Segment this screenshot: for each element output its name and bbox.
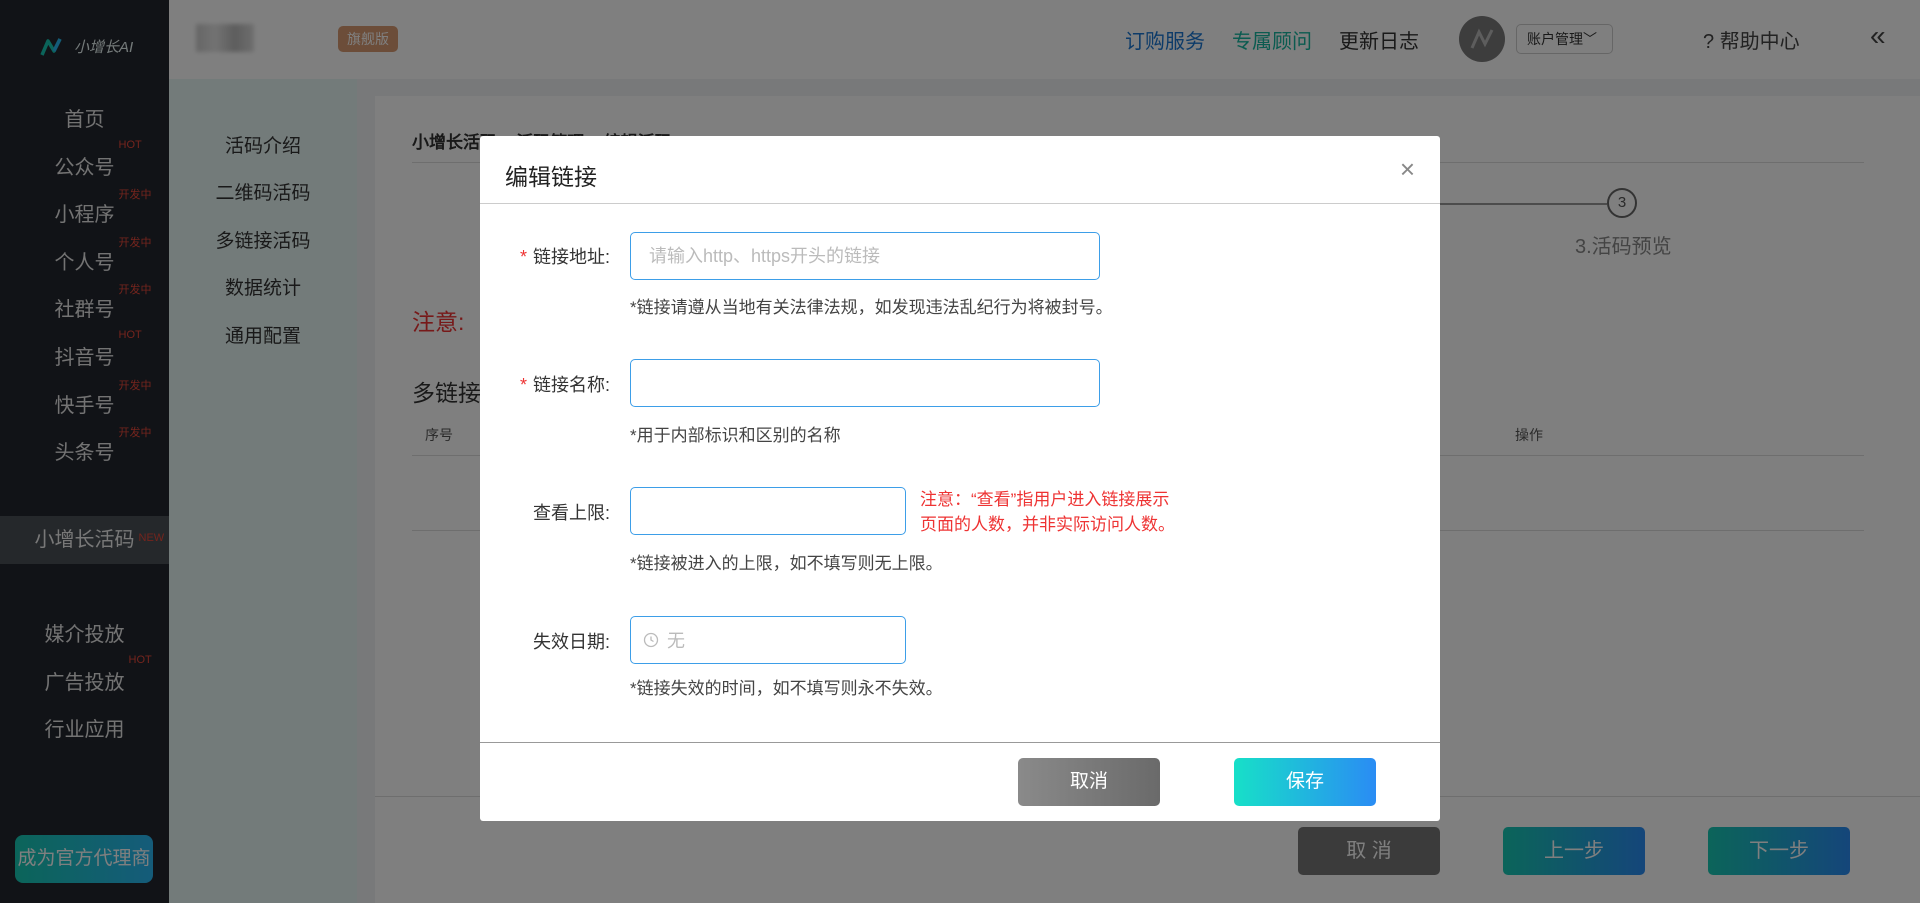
- dialog-footer-divider: [480, 742, 1440, 743]
- url-field-label: * 链接地址:: [480, 243, 610, 269]
- expiry-value: 无: [667, 631, 685, 651]
- clock-icon: [643, 632, 659, 648]
- expiry-date-picker[interactable]: 无: [630, 616, 906, 664]
- dialog-cancel-button[interactable]: 取消: [1018, 758, 1160, 806]
- required-marker: *: [519, 247, 527, 267]
- limit-warning: 注意：“查看”指用户进入链接展示页面的人数，并非实际访问人数。: [920, 490, 1175, 534]
- name-hint: *用于内部标识和区别的名称: [630, 426, 841, 445]
- name-field-label-text: 链接名称:: [532, 375, 610, 395]
- close-icon[interactable]: ×: [1400, 154, 1415, 185]
- edit-link-dialog: 编辑链接 × *链接地址: *链接请遵从当地有关法律法规，如发现违法乱纪行为将被…: [480, 136, 1440, 821]
- expiry-hint: *链接失效的时间，如不填写则永不失效。: [630, 679, 943, 698]
- dialog-title: 编辑链接: [505, 164, 597, 190]
- view-limit-input[interactable]: [630, 487, 906, 535]
- name-field-label: * 链接名称:: [480, 371, 610, 397]
- limit-hint: *链接被进入的上限，如不填写则无上限。: [630, 554, 943, 573]
- link-name-input[interactable]: [630, 359, 1100, 407]
- url-hint: *链接请遵从当地有关法律法规，如发现违法乱纪行为将被封号。: [630, 298, 1113, 317]
- url-input[interactable]: [630, 232, 1100, 280]
- limit-field-label: 查看上限:: [532, 503, 610, 523]
- dialog-save-button[interactable]: 保存: [1234, 758, 1376, 806]
- expiry-field-label: 失效日期:: [532, 632, 610, 652]
- dialog-header-divider: [480, 203, 1440, 204]
- url-field-label-text: 链接地址:: [532, 247, 610, 267]
- required-marker: *: [519, 375, 527, 395]
